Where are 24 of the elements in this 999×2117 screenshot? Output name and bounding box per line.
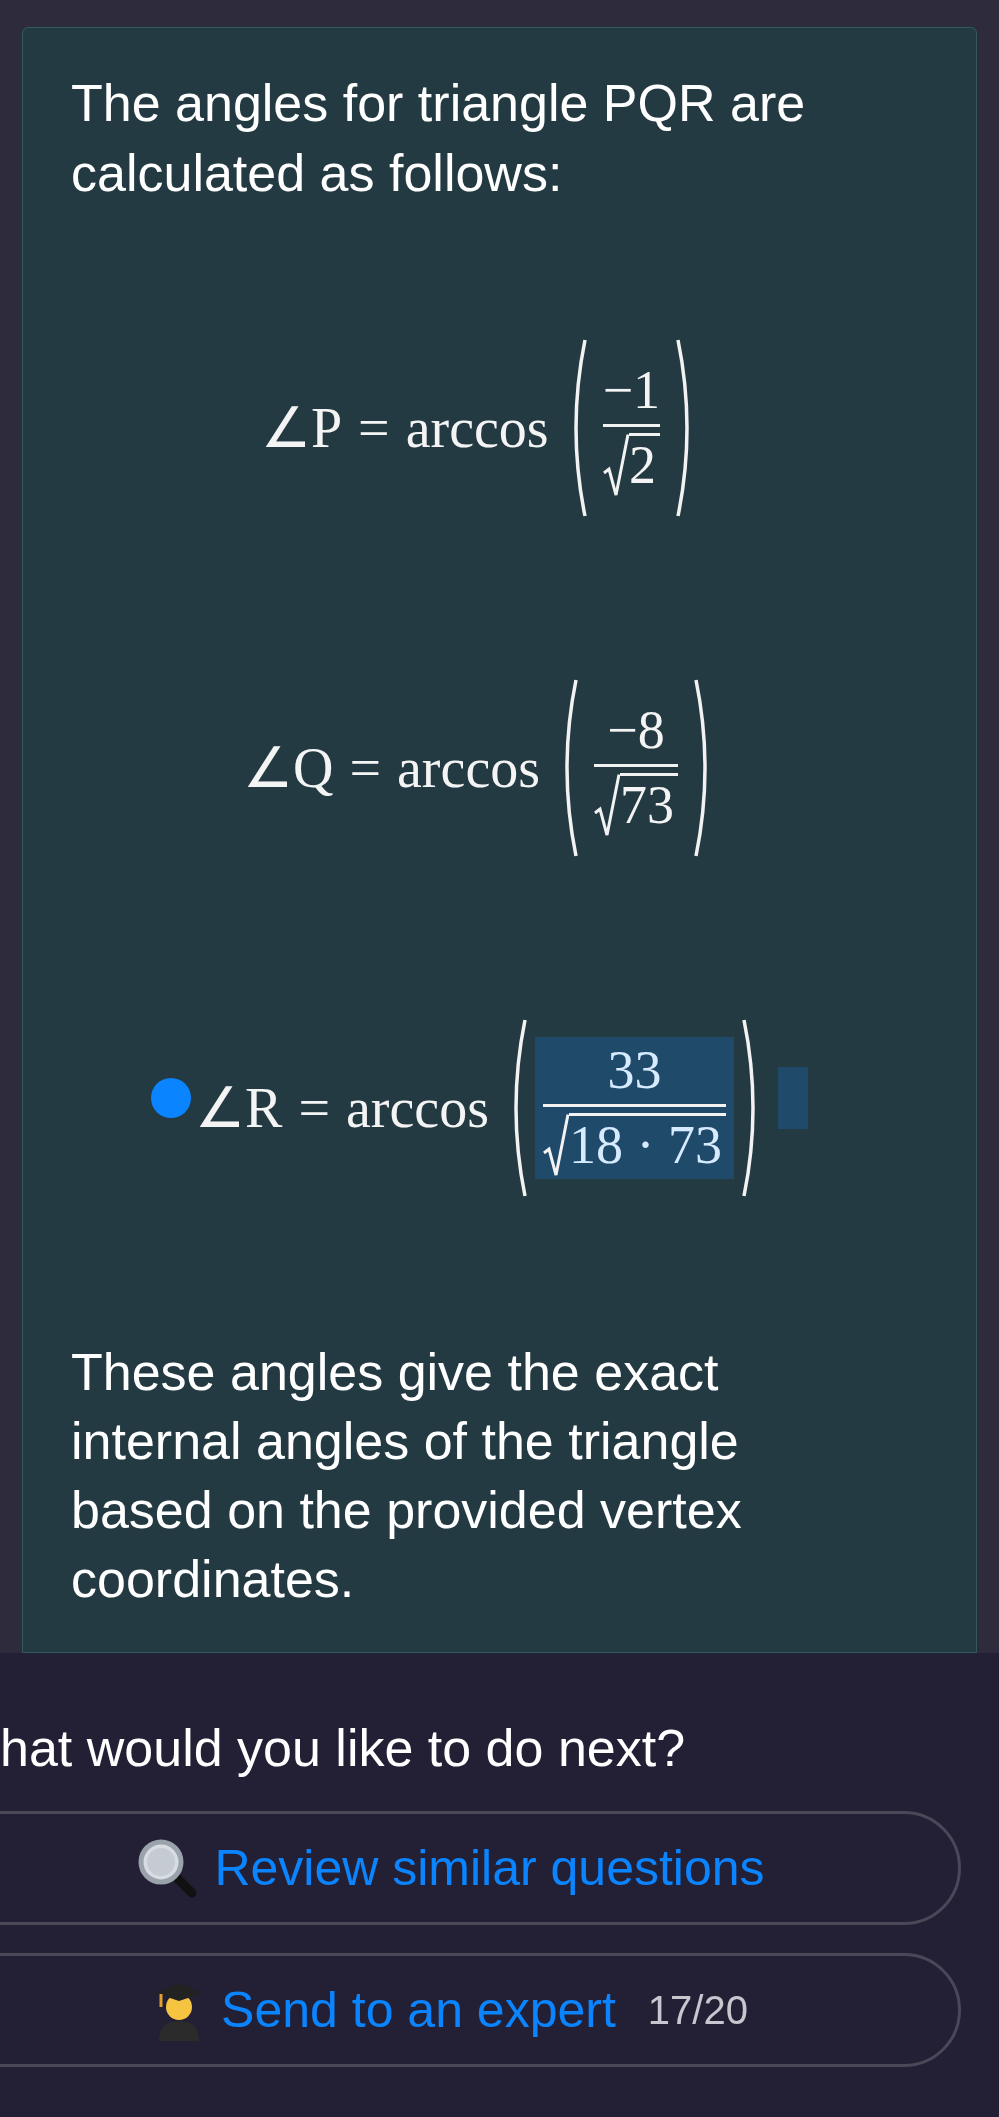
angle-label: ∠R <box>195 1080 283 1136</box>
function-name: arccos <box>397 740 541 796</box>
function-name: arccos <box>405 400 549 456</box>
selection-handle-icon[interactable] <box>151 1078 191 1118</box>
action-button[interactable]: Send to an expert 17/20 <box>0 1953 961 2067</box>
equals-sign: = <box>298 1080 330 1136</box>
selection-end-marker <box>777 1067 808 1129</box>
numerator: 33 <box>607 1038 662 1102</box>
magnifier-icon <box>136 1837 199 1899</box>
angle-label: ∠P <box>260 400 343 456</box>
angle-label: ∠Q <box>242 740 334 796</box>
usage-count: 17/20 <box>647 1987 748 2034</box>
prompt-text: hat would you like to do next? <box>0 1718 687 1779</box>
action-button[interactable]: Review similar questions <box>0 1811 961 1925</box>
equals-sign: = <box>358 400 390 456</box>
equals-sign: = <box>349 740 381 796</box>
numerator: −1 <box>602 358 661 422</box>
conclusion-text: These angles give the exact internal angles of the triangle based on the provided vertex coordinates. <box>71 1342 743 1610</box>
numerator: −8 <box>607 698 665 762</box>
radicand: 18 · 73 <box>569 1113 726 1180</box>
intro-text: The angles for triangle PQR are calculated as follows: <box>71 73 807 204</box>
radicand: 73 <box>620 773 679 840</box>
function-name: arccos <box>345 1080 489 1136</box>
radicand: 2 <box>628 433 660 500</box>
